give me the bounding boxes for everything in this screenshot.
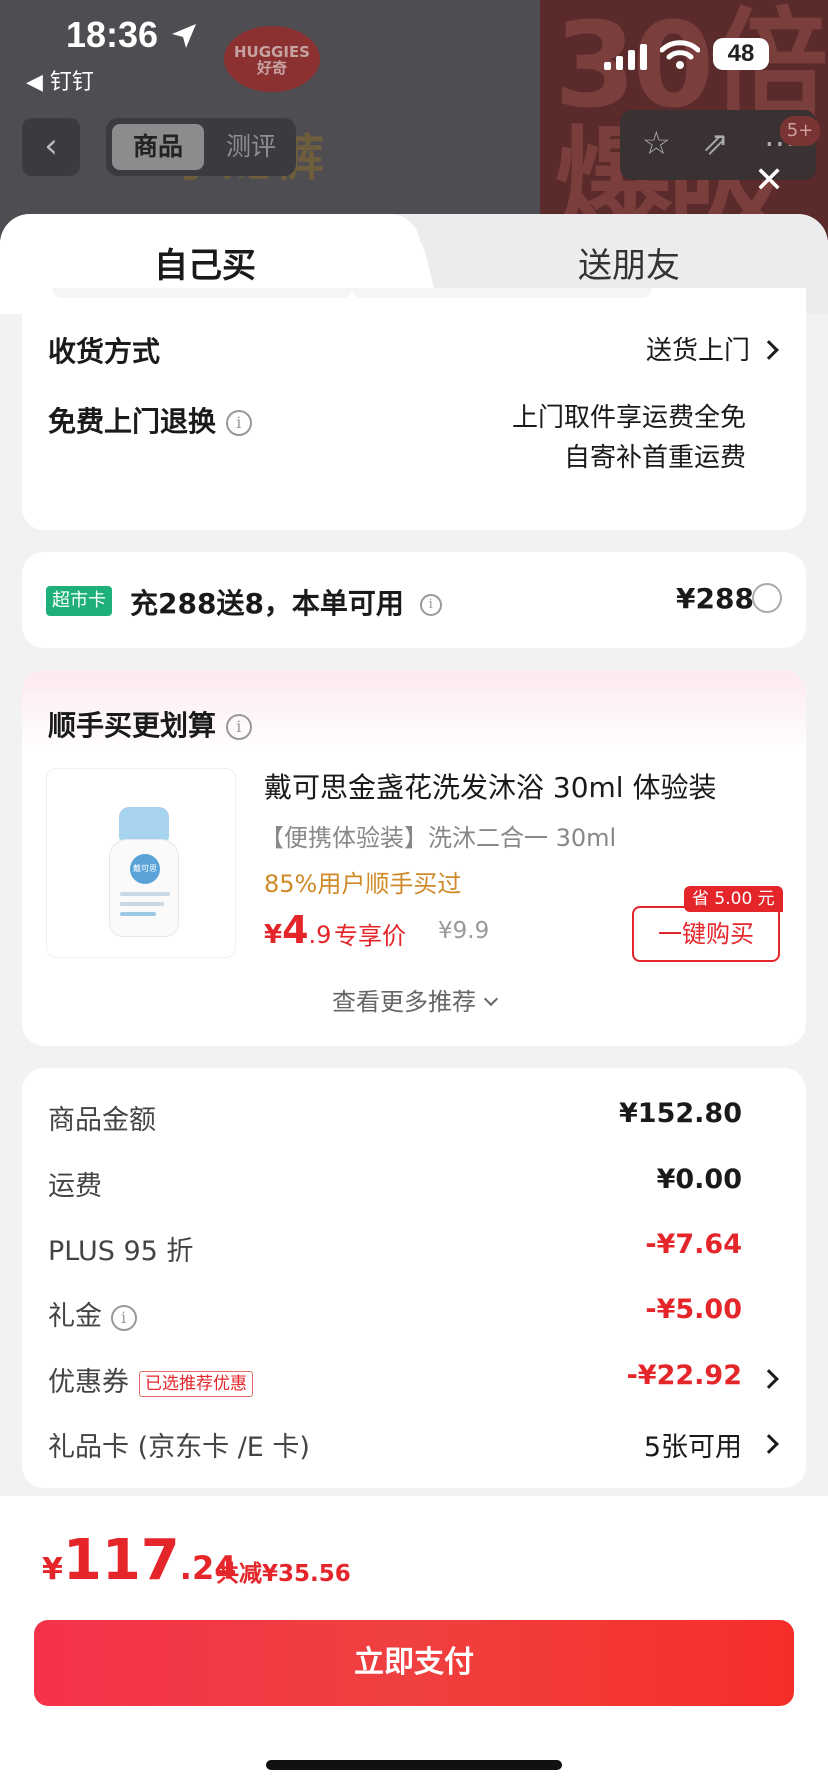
product-image[interactable]: 戴可思: [46, 768, 236, 958]
back-to-app-link[interactable]: ◀ 钉钉: [26, 64, 94, 96]
product-name[interactable]: 戴可思金盏花洗发沐浴 30ml 体验装: [264, 766, 717, 806]
tab-review[interactable]: 测评: [216, 124, 286, 170]
goods-amount-value: ¥152.80: [619, 1098, 742, 1129]
shipping-method-text: 送货上门: [645, 336, 750, 366]
cash-gift-value: -¥5.00: [645, 1294, 742, 1325]
bottle-image: 戴可思: [109, 807, 179, 937]
cellular-signal-icon: [604, 44, 647, 70]
exclusive-price-label: 专享价: [334, 922, 406, 950]
scrolled-item-edge: [352, 288, 652, 298]
cash-gift-label: 礼金 i: [48, 1294, 137, 1333]
status-bar: 18:36 ◀ 钉钉 48: [0, 0, 828, 100]
star-icon[interactable]: ☆: [642, 124, 671, 162]
status-time: 18:36: [66, 14, 159, 55]
total-integer: 117: [62, 1528, 180, 1593]
plus-discount-value: -¥7.64: [645, 1229, 742, 1260]
close-icon[interactable]: ✕: [754, 163, 784, 199]
coupon-label: 优惠券 已选推荐优惠: [48, 1360, 253, 1399]
tab-product[interactable]: 商品: [112, 124, 204, 170]
total-currency: ¥: [42, 1552, 63, 1587]
recommend-title: 顺手买更划算 i: [48, 704, 252, 744]
chevron-right-icon[interactable]: [759, 1369, 779, 1389]
free-return-line2: 自寄补首重运费: [563, 443, 746, 473]
total-price: ¥117.24: [42, 1528, 236, 1593]
see-more-text: 查看更多推荐: [332, 988, 476, 1016]
coupon-selected-tag: 已选推荐优惠: [139, 1370, 253, 1397]
background-product-page: 30倍 爆吸 HUGGIES 好奇 小龙裤 18:36 ◀ 钉钉 48 ‹ 商品…: [0, 0, 828, 240]
price-integer: 4: [282, 908, 309, 952]
checkout-footer: ¥117.24 共减¥35.56 立即支付: [0, 1496, 828, 1792]
share-icon[interactable]: ⇗: [702, 124, 729, 162]
brand-logo: 戴可思: [130, 854, 160, 884]
info-icon[interactable]: i: [419, 594, 442, 616]
chevron-down-icon: [483, 991, 499, 1007]
quick-buy-button[interactable]: 一键购买: [632, 906, 780, 962]
scrolled-item-edge: [52, 288, 352, 298]
wifi-icon: [660, 40, 700, 69]
message-badge: 5+: [780, 116, 820, 146]
price-decimal: .9: [308, 921, 332, 949]
chevron-right-icon[interactable]: [759, 1434, 779, 1454]
supermarket-radio[interactable]: [752, 583, 782, 613]
gift-card-label: 礼品卡 (京东卡 /E 卡): [48, 1432, 310, 1463]
pay-now-button[interactable]: 立即支付: [34, 1620, 794, 1706]
shipping-card: 收货方式 送货上门 免费上门退换 i 上门取件享运费全免 自寄补首重运费: [22, 288, 806, 530]
price-detail-card: 商品金额 ¥152.80 运费 ¥0.00 PLUS 95 折 -¥7.64 礼…: [22, 1068, 806, 1488]
shipping-fee-label: 运费: [48, 1171, 102, 1202]
gift-card-value[interactable]: 5张可用: [644, 1425, 742, 1464]
see-more-recommend[interactable]: 查看更多推荐: [22, 982, 806, 1017]
supermarket-price: ¥288: [676, 582, 754, 615]
free-return-value: 上门取件享运费全免 自寄补首重运费: [512, 398, 746, 478]
free-return-line1: 上门取件享运费全免: [511, 403, 746, 433]
original-price: ¥9.9: [438, 918, 490, 944]
supermarket-offer-label: 充288送8，本单可用: [130, 587, 404, 620]
price-currency: ¥: [264, 920, 283, 950]
recommend-title-text: 顺手买更划算: [48, 709, 217, 742]
shipping-method-value[interactable]: 送货上门: [645, 330, 779, 367]
location-arrow-icon: [172, 24, 196, 48]
shipping-method-label: 收货方式: [48, 335, 161, 368]
product-spec: 【便携体验装】洗沐二合一 30ml: [260, 824, 617, 852]
supermarket-card-offer[interactable]: 超市卡 充288送8，本单可用 i ¥288: [22, 552, 806, 648]
total-discount: 共减¥35.56: [216, 1561, 351, 1587]
shipping-fee-value: ¥0.00: [656, 1164, 742, 1195]
battery-indicator: 48: [713, 38, 769, 70]
goods-amount-label: 商品金额: [48, 1105, 156, 1136]
home-indicator[interactable]: [266, 1760, 562, 1770]
plus-discount-label: PLUS 95 折: [48, 1236, 194, 1267]
cash-gift-text: 礼金: [48, 1301, 102, 1332]
info-icon[interactable]: i: [225, 714, 252, 740]
coupon-value[interactable]: -¥22.92: [627, 1360, 742, 1391]
product-price: ¥4.9: [264, 908, 331, 952]
product-bought-rate: 85%用户顺手买过: [264, 870, 462, 898]
supermarket-offer-text: 充288送8，本单可用 i: [130, 582, 442, 622]
chevron-right-icon: [759, 339, 779, 360]
info-icon[interactable]: i: [225, 410, 252, 436]
free-return-text: 免费上门退换: [48, 405, 217, 438]
info-icon[interactable]: i: [110, 1304, 137, 1331]
free-return-label: 免费上门退换 i: [48, 400, 252, 440]
supermarket-card-tag: 超市卡: [46, 586, 112, 616]
coupon-text: 优惠券: [48, 1367, 129, 1398]
back-button[interactable]: ‹: [22, 118, 80, 176]
recommend-card: 顺手买更划算 i 戴可思 戴可思金盏花洗发沐浴 30ml 体验装 【便携体验装】…: [22, 670, 806, 1046]
product-nav-tabs: 商品 测评: [106, 118, 296, 176]
